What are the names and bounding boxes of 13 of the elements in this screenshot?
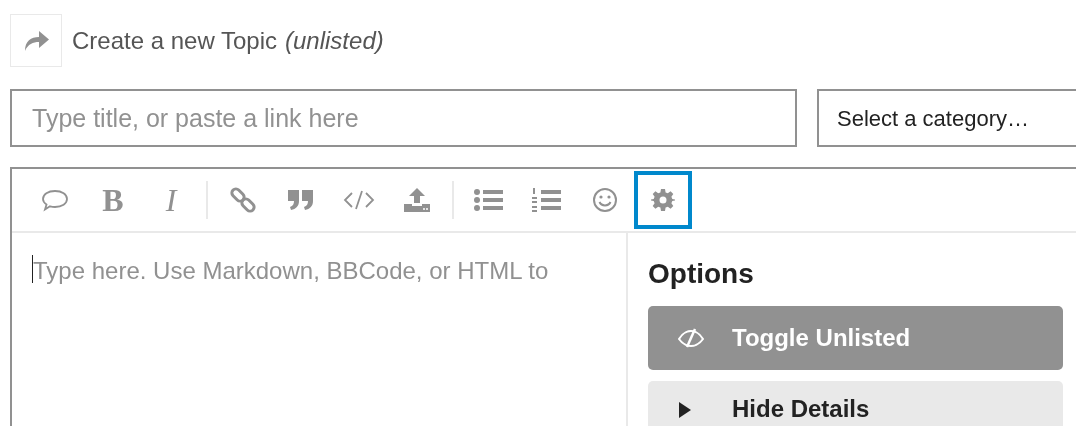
settings-icon[interactable] <box>634 171 692 229</box>
options-title: Options <box>648 257 755 291</box>
caret-icon <box>678 401 692 419</box>
title-field[interactable]: Type title, or paste a link here <box>10 89 797 147</box>
unlisted-label: (unlisted) <box>285 25 384 56</box>
italic-button[interactable]: I <box>142 171 200 229</box>
toggle-unlisted-button[interactable]: Toggle Unlisted <box>648 306 1063 370</box>
bold-button[interactable]: B <box>84 171 142 229</box>
eye-slash-icon <box>678 328 704 348</box>
hide-details-button[interactable]: Hide Details <box>648 381 1063 426</box>
topic-title: Create a new Topic <box>72 25 277 56</box>
category-select[interactable]: Select a category… <box>817 89 1076 147</box>
editor-field[interactable]: Type here. Use Markdown, BBCode, or HTML to <box>12 233 626 426</box>
